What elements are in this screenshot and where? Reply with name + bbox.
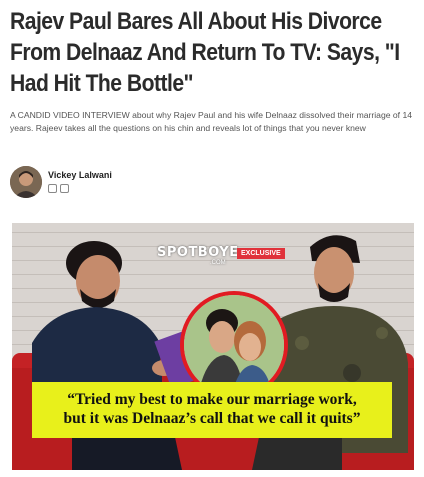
quote-caption: “Tried my best to make our marriage work… (32, 382, 392, 438)
exclusive-badge: EXCLUSIVE (237, 248, 285, 259)
author-social-links (48, 184, 69, 193)
video-thumbnail[interactable]: SPOTBOYE .COM EXCLUSIVE “Tried my best t… (12, 223, 414, 470)
spotboye-logo-sub: .COM (210, 260, 226, 266)
article-headline: Rajev Paul Bares All About His Divorce F… (10, 8, 400, 97)
twitter-icon[interactable] (60, 184, 69, 193)
author-name[interactable]: Vickey Lalwani (48, 170, 112, 180)
spotboye-logo: SPOTBOYE (157, 245, 239, 260)
author-avatar[interactable] (10, 166, 42, 198)
quote-caption-line-2: but it was Delnaaz’s call that we call i… (63, 410, 361, 427)
quote-caption-line-1: “Tried my best to make our marriage work… (67, 391, 357, 408)
author-block: Vickey Lalwani (10, 166, 310, 200)
article-summary: A CANDID VIDEO INTERVIEW about why Rajev… (10, 110, 413, 133)
mail-icon[interactable] (48, 184, 57, 193)
